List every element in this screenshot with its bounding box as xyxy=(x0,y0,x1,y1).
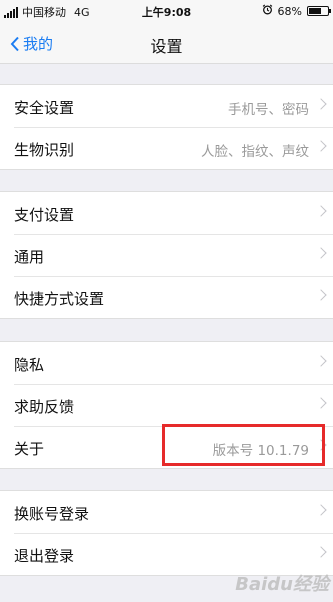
row-label: 换账号登录 xyxy=(14,505,90,523)
row-label: 生物识别 xyxy=(14,141,75,159)
settings-row-logout[interactable]: 退出登录 xyxy=(0,533,333,575)
row-label: 通用 xyxy=(14,248,45,266)
chevron-right-icon xyxy=(315,247,327,259)
settings-row-biometrics[interactable]: 生物识别 人脸、指纹、声纹 xyxy=(0,127,333,169)
battery-icon xyxy=(307,6,331,16)
settings-group-general: 支付设置 通用 快捷方式设置 xyxy=(0,191,333,319)
settings-row-security[interactable]: 安全设置 手机号、密码 xyxy=(0,85,333,127)
chevron-right-icon xyxy=(315,355,327,367)
watermark: Baidu经验 xyxy=(235,574,329,595)
row-detail: 手机号、密码 xyxy=(228,102,309,118)
status-bar: 中国移动 4G 上午9:08 68% xyxy=(0,0,333,22)
chevron-right-icon xyxy=(315,546,327,558)
row-label: 快捷方式设置 xyxy=(14,290,105,308)
battery-percent: 68% xyxy=(277,4,302,18)
row-label: 求助反馈 xyxy=(14,398,75,416)
row-detail: 人脸、指纹、声纹 xyxy=(201,144,309,160)
row-label: 关于 xyxy=(14,440,45,458)
row-label: 隐私 xyxy=(14,356,45,374)
settings-row-feedback[interactable]: 求助反馈 xyxy=(0,384,333,426)
settings-row-shortcuts[interactable]: 快捷方式设置 xyxy=(0,276,333,318)
settings-row-privacy[interactable]: 隐私 xyxy=(0,342,333,384)
page-title: 设置 xyxy=(150,37,183,56)
settings-group-account: 安全设置 手机号、密码 生物识别 人脸、指纹、声纹 xyxy=(0,84,333,170)
chevron-right-icon xyxy=(315,140,327,152)
highlight-box xyxy=(162,424,325,466)
chevron-right-icon xyxy=(315,504,327,516)
alarm-icon xyxy=(262,4,273,18)
settings-group-login: 换账号登录 退出登录 xyxy=(0,490,333,576)
navigation-bar: 我的 设置 xyxy=(0,22,333,64)
row-label: 退出登录 xyxy=(14,547,75,565)
row-label: 支付设置 xyxy=(14,206,75,224)
settings-row-general[interactable]: 通用 xyxy=(0,234,333,276)
chevron-right-icon xyxy=(315,205,327,217)
settings-row-payment[interactable]: 支付设置 xyxy=(0,192,333,234)
chevron-right-icon xyxy=(315,397,327,409)
row-label: 安全设置 xyxy=(14,99,75,117)
chevron-right-icon xyxy=(315,98,327,110)
chevron-right-icon xyxy=(315,289,327,301)
settings-row-switch-account[interactable]: 换账号登录 xyxy=(0,491,333,533)
